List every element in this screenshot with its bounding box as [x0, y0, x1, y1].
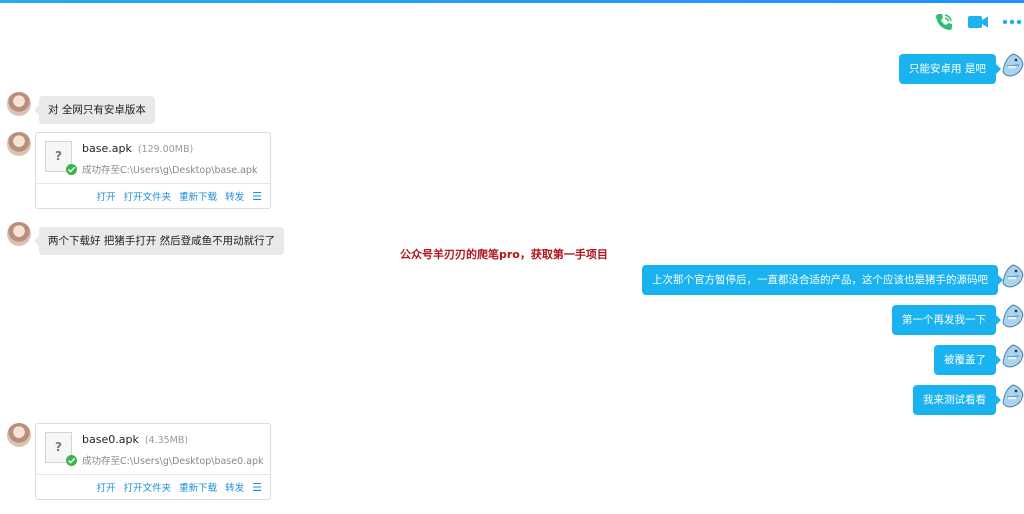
message-text: 被覆盖了 [944, 354, 986, 366]
contact-avatar[interactable] [7, 222, 31, 246]
contact-avatar[interactable] [7, 423, 31, 447]
my-avatar[interactable] [1001, 343, 1024, 369]
open-folder-link[interactable]: 打开文件夹 [124, 480, 172, 494]
file-message-card[interactable]: ? base.apk (129.00MB) 成功存至C:\Users\g\Desk… [35, 132, 271, 209]
file-actions: 打开 打开文件夹 重新下载 转发 ☰ [36, 474, 270, 499]
received-message-bubble[interactable]: 对 全网只有安卓版本 [34, 96, 155, 124]
message-text: 对 全网只有安卓版本 [48, 104, 146, 116]
file-name[interactable]: base0.apk [82, 433, 139, 446]
file-name-row: base.apk (129.00MB) [82, 142, 193, 155]
forward-link[interactable]: 转发 [225, 480, 244, 494]
open-folder-link[interactable]: 打开文件夹 [124, 189, 172, 203]
contact-avatar[interactable] [7, 92, 31, 116]
my-avatar[interactable] [1001, 263, 1024, 289]
more-icon [1002, 19, 1022, 25]
file-size: (129.00MB) [137, 144, 194, 155]
sent-message-bubble[interactable]: 上次那个官方暂停后，一直都没合适的产品，这个应该也是猪手的源码吧 [642, 265, 1003, 295]
sent-message-bubble[interactable]: 只能安卓用 是吧 [899, 54, 1001, 84]
open-file-link[interactable]: 打开 [97, 480, 116, 494]
my-avatar[interactable] [1001, 383, 1024, 409]
window-top-accent-bar [0, 0, 1024, 3]
message-text: 只能安卓用 是吧 [909, 63, 986, 75]
file-size: (4.35MB) [144, 435, 189, 446]
my-avatar[interactable] [1001, 303, 1024, 329]
file-status: 成功存至C:\Users\g\Desktop\base0.apk [82, 456, 264, 467]
contact-avatar[interactable] [7, 132, 31, 156]
redownload-link[interactable]: 重新下载 [179, 480, 217, 494]
message-text: 我来测试看看 [923, 394, 986, 406]
watermark-text: 公众号羊刃刃的爬笔pro，获取第一手项目 [400, 248, 608, 261]
video-call-button[interactable] [966, 11, 990, 33]
file-name-row: base0.apk (4.35MB) [82, 433, 188, 446]
file-status: 成功存至C:\Users\g\Desktop\base.apk [82, 165, 258, 176]
file-actions: 打开 打开文件夹 重新下载 转发 ☰ [36, 183, 270, 208]
sent-message-bubble[interactable]: 被覆盖了 [934, 345, 1001, 375]
checkmark-icon [66, 455, 77, 466]
open-file-link[interactable]: 打开 [97, 189, 116, 203]
checkmark-icon [66, 164, 77, 175]
forward-link[interactable]: 转发 [225, 189, 244, 203]
redownload-link[interactable]: 重新下载 [179, 189, 217, 203]
file-message-card[interactable]: ? base0.apk (4.35MB) 成功存至C:\Users\g\Deskt… [35, 423, 271, 500]
video-call-icon [968, 16, 988, 28]
message-text: 上次那个官方暂停后，一直都没合适的产品，这个应该也是猪手的源码吧 [652, 274, 988, 286]
sent-message-bubble[interactable]: 我来测试看看 [913, 385, 1001, 415]
more-button[interactable] [1000, 11, 1024, 33]
message-text: 第一个再发我一下 [902, 314, 986, 326]
phone-icon [936, 14, 952, 30]
message-text: 两个下载好 把猪手打开 然后登咸鱼不用动就行了 [48, 235, 276, 247]
file-name[interactable]: base.apk [82, 142, 132, 155]
sent-message-bubble[interactable]: 第一个再发我一下 [892, 305, 1001, 335]
received-message-bubble[interactable]: 两个下载好 把猪手打开 然后登咸鱼不用动就行了 [33, 227, 285, 255]
file-menu-icon[interactable]: ☰ [252, 191, 262, 202]
file-menu-icon[interactable]: ☰ [252, 482, 262, 493]
my-avatar[interactable] [1001, 52, 1024, 78]
voice-call-button[interactable] [932, 11, 956, 33]
